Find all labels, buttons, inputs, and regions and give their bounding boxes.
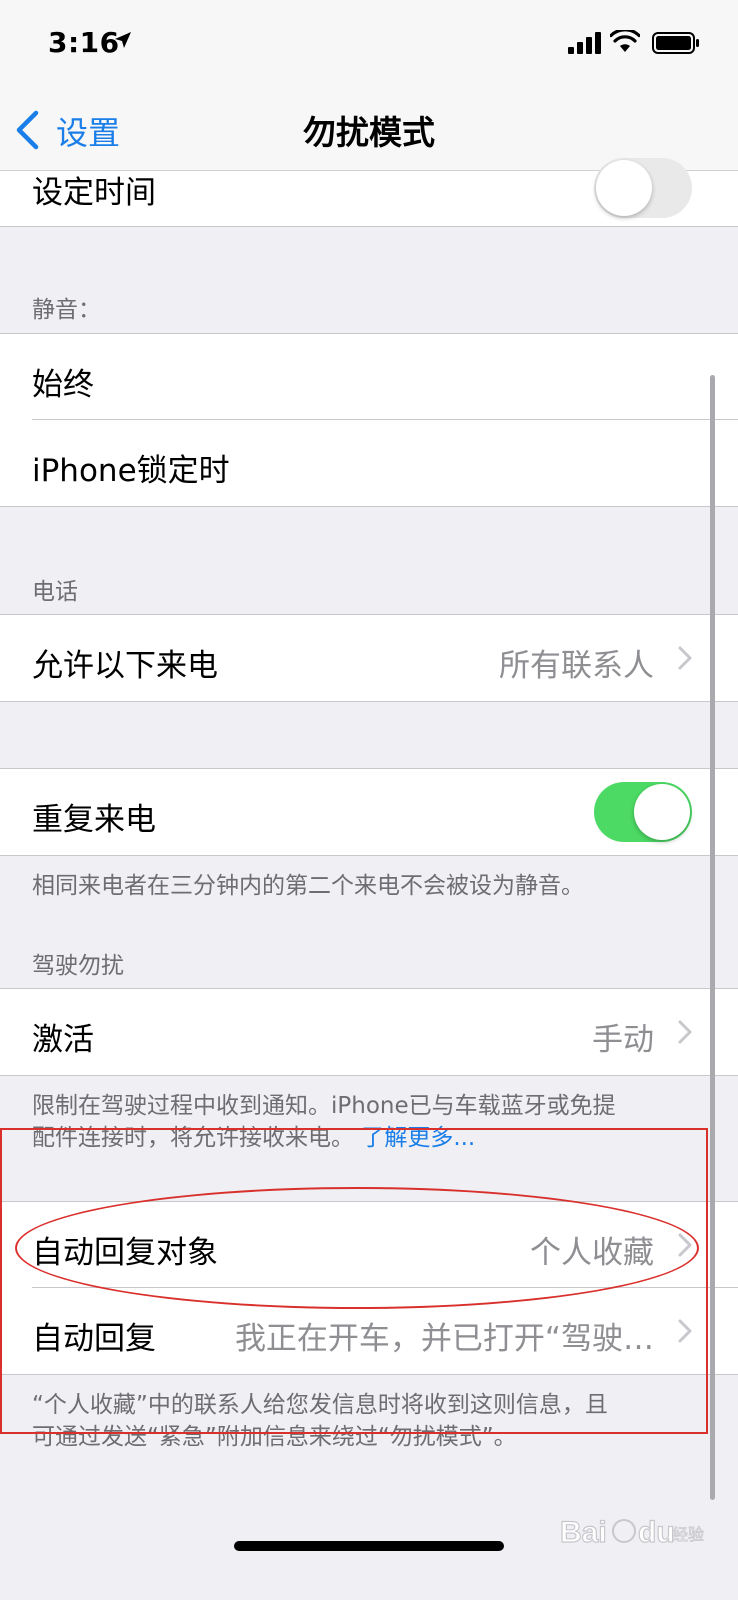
page-title: 勿扰模式 [303,113,435,152]
activate-value: 手动 [592,1022,654,1058]
scheduled-label: 设定时间 [32,175,156,211]
scheduled-row: 设定时间 [0,158,738,226]
battery-icon [652,32,699,54]
chevron-right-icon [678,646,692,670]
chevron-right-icon [678,1020,692,1044]
status-bar: 3:16 [0,0,738,92]
divider [0,1075,738,1076]
home-indicator[interactable] [234,1541,504,1551]
repeated-calls-label: 重复来电 [32,802,156,838]
svg-text:du: du [638,1516,675,1549]
scheduled-toggle[interactable] [594,158,692,218]
divider [0,855,738,856]
repeated-calls-footer: 相同来电者在三分钟内的第二个来电不会被设为静音。 [32,873,584,899]
silence-option-label: 始终 [32,367,94,403]
baidu-watermark-logo: Bai du 经验 [560,1515,704,1549]
repeated-calls-toggle[interactable] [594,782,692,842]
silence-option-locked[interactable]: iPhone锁定时 [0,420,738,506]
status-time: 3:16 [48,26,120,59]
phone-section-header: 电话 [32,579,78,605]
activate-label: 激活 [32,1022,94,1058]
allow-calls-label: 允许以下来电 [32,648,218,684]
annotation-ellipse [15,1187,699,1309]
divider [0,226,738,227]
repeated-calls-row: 重复来电 [0,769,738,855]
allow-calls-row[interactable]: 允许以下来电 所有联系人 [0,615,738,701]
divider [0,506,738,507]
driving-section-header: 驾驶勿扰 [32,953,124,979]
silence-option-label: iPhone锁定时 [32,453,230,489]
silence-section-header: 静音： [32,297,101,323]
scroll-indicator[interactable] [710,375,715,1500]
silence-option-always[interactable]: 始终 [0,334,738,420]
toggle-knob [634,784,690,840]
wifi-icon [610,30,640,52]
allow-calls-value: 所有联系人 [499,648,654,684]
svg-text:Bai: Bai [560,1516,607,1549]
divider [0,701,738,702]
cellular-signal-icon [568,32,601,54]
location-arrow-icon [114,30,132,54]
activate-row[interactable]: 激活 手动 [0,989,738,1075]
svg-text:经验: 经验 [672,1525,704,1544]
toggle-knob [596,160,652,216]
driving-footer-line1: 限制在驾驶过程中收到通知。iPhone已与车载蓝牙或免提 [32,1093,616,1119]
